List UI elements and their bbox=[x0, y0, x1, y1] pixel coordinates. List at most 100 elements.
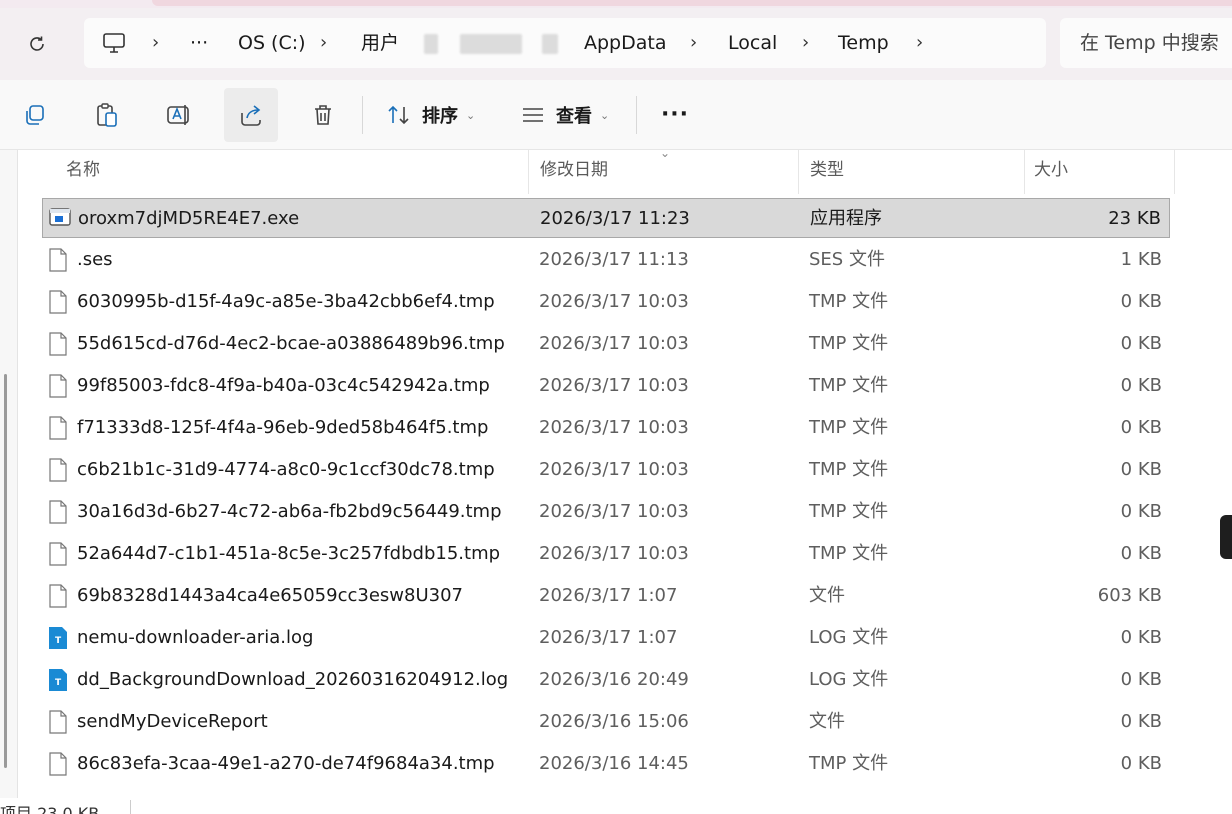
sort-button[interactable]: 排序 ⌄ bbox=[386, 88, 475, 142]
file-type: LOG 文件 bbox=[809, 627, 889, 648]
more-options-button[interactable]: ··· bbox=[650, 88, 700, 142]
search-input[interactable]: 在 Temp 中搜索 bbox=[1060, 18, 1232, 68]
file-name[interactable]: 99f85003-fdc8-4f9a-b40a-03c4c542942a.tmp bbox=[77, 366, 490, 406]
file-icon bbox=[48, 374, 70, 398]
chevron-right-icon[interactable]: › bbox=[916, 18, 923, 68]
file-icon bbox=[48, 752, 70, 776]
view-icon bbox=[523, 108, 543, 122]
chevron-right-icon[interactable]: › bbox=[320, 18, 327, 68]
paste-icon bbox=[97, 103, 117, 127]
file-name[interactable]: f71333d8-125f-4f4a-96eb-9ded58b464f5.tmp bbox=[77, 408, 488, 448]
breadcrumb-local[interactable]: Local bbox=[728, 18, 777, 68]
column-divider[interactable] bbox=[1174, 150, 1175, 194]
file-date: 2026/3/17 11:13 bbox=[539, 249, 689, 270]
copy-button[interactable] bbox=[8, 88, 62, 142]
file-date: 2026/3/17 10:03 bbox=[539, 417, 689, 438]
chevron-right-icon[interactable]: › bbox=[690, 18, 697, 68]
file-name[interactable]: 55d615cd-d76d-4ec2-bcae-a03886489b96.tmp bbox=[77, 324, 505, 364]
file-row[interactable]: 52a644d7-c1b1-451a-8c5e-3c257fdbdb15.tmp… bbox=[42, 534, 1170, 574]
file-size: 1 KB bbox=[1120, 249, 1162, 270]
refresh-icon bbox=[30, 36, 44, 51]
file-type: TMP 文件 bbox=[809, 375, 889, 396]
file-row[interactable]: f71333d8-125f-4f4a-96eb-9ded58b464f5.tmp… bbox=[42, 408, 1170, 448]
file-name[interactable]: c6b21b1c-31d9-4774-a8c0-9c1ccf30dc78.tmp bbox=[77, 450, 495, 490]
svg-text:T: T bbox=[55, 636, 62, 646]
refresh-button[interactable] bbox=[22, 30, 52, 58]
chevron-right-icon[interactable]: › bbox=[152, 18, 159, 68]
column-header-date[interactable]: 修改日期 bbox=[540, 150, 608, 194]
column-header-size[interactable]: 大小 bbox=[1034, 150, 1068, 194]
file-row[interactable]: Tnemu-downloader-aria.log 2026/3/17 1:07 L… bbox=[42, 618, 1170, 658]
file-size: 0 KB bbox=[1120, 501, 1162, 522]
file-icon bbox=[48, 584, 70, 608]
file-icon bbox=[48, 458, 70, 482]
file-row[interactable]: 30a16d3d-6b27-4c72-ab6a-fb2bd9c56449.tmp… bbox=[42, 492, 1170, 532]
file-row[interactable]: Tdd_BackgroundDownload_20260316204912.lo… bbox=[42, 660, 1170, 700]
redacted-username bbox=[460, 34, 522, 54]
file-row[interactable]: 6030995b-d15f-4a9c-a85e-3ba42cbb6ef4.tmp… bbox=[42, 282, 1170, 322]
view-button[interactable]: 查看 ⌄ bbox=[520, 88, 609, 142]
rename-icon bbox=[167, 105, 189, 125]
file-type: 文件 bbox=[809, 711, 845, 732]
file-name[interactable]: dd_BackgroundDownload_20260316204912.log bbox=[77, 660, 508, 700]
file-row[interactable]: 55d615cd-d76d-4ec2-bcae-a03886489b96.tmp… bbox=[42, 324, 1170, 364]
view-label: 查看 bbox=[556, 106, 592, 127]
computer-icon[interactable] bbox=[102, 32, 126, 54]
file-type: TMP 文件 bbox=[809, 543, 889, 564]
column-header: 名称 修改日期 类型 大小 bbox=[18, 150, 1232, 194]
file-icon bbox=[48, 500, 70, 524]
sort-label: 排序 bbox=[422, 106, 458, 127]
column-divider[interactable] bbox=[798, 150, 799, 194]
nav-scrollbar[interactable] bbox=[4, 374, 7, 768]
file-row[interactable]: sendMyDeviceReport 2026/3/16 15:06 文件 0 KB bbox=[42, 702, 1170, 742]
file-size: 0 KB bbox=[1120, 711, 1162, 732]
file-type: 文件 bbox=[809, 585, 845, 606]
file-name[interactable]: 69b8328d1443a4ca4e65059cc3esw8U307 bbox=[77, 576, 463, 616]
delete-button[interactable] bbox=[296, 88, 350, 142]
file-row[interactable]: 86c83efa-3caa-49e1-a270-de74f9684a34.tmp… bbox=[42, 744, 1170, 784]
file-size: 0 KB bbox=[1120, 753, 1162, 774]
file-type: TMP 文件 bbox=[809, 417, 889, 438]
file-row[interactable]: 69b8328d1443a4ca4e65059cc3esw8U307 2026/3… bbox=[42, 576, 1170, 616]
file-row[interactable]: 99f85003-fdc8-4f9a-b40a-03c4c542942a.tmp… bbox=[42, 366, 1170, 406]
address-bar[interactable]: › ··· OS (C:) › 用户 AppData › Local › Tem… bbox=[84, 18, 1046, 68]
status-text: 项目 23.0 KB bbox=[0, 804, 100, 814]
file-row[interactable]: .ses 2026/3/17 11:13 SES 文件 1 KB bbox=[42, 240, 1170, 280]
tab-strip bbox=[152, 0, 1232, 6]
file-date: 2026/3/17 1:07 bbox=[539, 585, 678, 606]
column-header-type[interactable]: 类型 bbox=[810, 150, 844, 194]
chevron-down-icon: ⌄ bbox=[466, 108, 476, 122]
search-placeholder: 在 Temp 中搜索 bbox=[1080, 32, 1219, 54]
file-name[interactable]: oroxm7djMD5RE4E7.exe bbox=[78, 199, 299, 239]
file-icon bbox=[48, 248, 70, 272]
column-header-name[interactable]: 名称 bbox=[66, 150, 100, 194]
paste-button[interactable] bbox=[80, 88, 134, 142]
file-name[interactable]: nemu-downloader-aria.log bbox=[77, 618, 313, 658]
file-date: 2026/3/17 10:03 bbox=[539, 291, 689, 312]
file-name[interactable]: sendMyDeviceReport bbox=[77, 702, 268, 742]
file-name[interactable]: 52a644d7-c1b1-451a-8c5e-3c257fdbdb15.tmp bbox=[77, 534, 500, 574]
file-date: 2026/3/17 10:03 bbox=[539, 501, 689, 522]
file-name[interactable]: 6030995b-d15f-4a9c-a85e-3ba42cbb6ef4.tmp bbox=[77, 282, 495, 322]
file-name[interactable]: .ses bbox=[77, 240, 113, 280]
rename-button[interactable] bbox=[152, 88, 206, 142]
breadcrumb-temp[interactable]: Temp bbox=[838, 18, 889, 68]
file-icon bbox=[48, 290, 70, 314]
chevron-right-icon[interactable]: › bbox=[802, 18, 809, 68]
file-date: 2026/3/17 10:03 bbox=[539, 459, 689, 480]
file-row[interactable]: c6b21b1c-31d9-4774-a8c0-9c1ccf30dc78.tmp… bbox=[42, 450, 1170, 490]
breadcrumb-drive[interactable]: OS (C:) bbox=[238, 18, 306, 68]
column-divider[interactable] bbox=[528, 150, 529, 194]
file-row[interactable]: oroxm7djMD5RE4E7.exe 2026/3/17 11:23 应用程序 2… bbox=[42, 198, 1170, 238]
file-name[interactable]: 86c83efa-3caa-49e1-a270-de74f9684a34.tmp bbox=[77, 744, 495, 784]
file-type: TMP 文件 bbox=[809, 459, 889, 480]
side-handle[interactable] bbox=[1220, 515, 1232, 559]
breadcrumb-appdata[interactable]: AppData bbox=[584, 18, 667, 68]
breadcrumb-ellipsis[interactable]: ··· bbox=[190, 18, 208, 68]
breadcrumb-users[interactable]: 用户 bbox=[361, 18, 399, 68]
file-size: 0 KB bbox=[1120, 417, 1162, 438]
column-divider[interactable] bbox=[1024, 150, 1025, 194]
share-button[interactable] bbox=[224, 88, 278, 142]
file-name[interactable]: 30a16d3d-6b27-4c72-ab6a-fb2bd9c56449.tmp bbox=[77, 492, 502, 532]
file-size: 0 KB bbox=[1120, 543, 1162, 564]
